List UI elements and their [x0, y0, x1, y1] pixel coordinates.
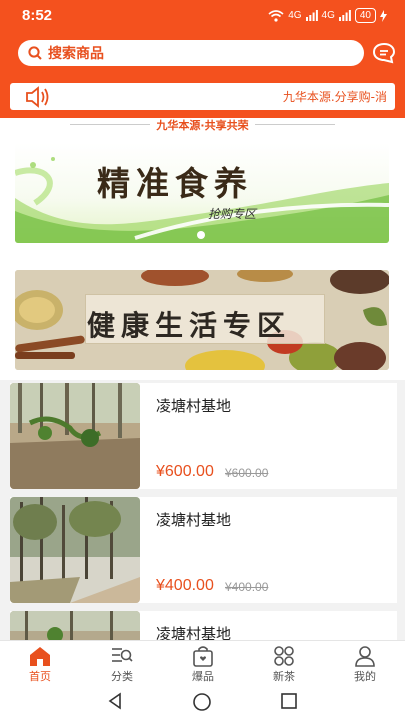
user-icon [355, 646, 375, 667]
product-original-price: ¥600.00 [225, 466, 269, 480]
wifi-icon [268, 9, 284, 22]
product-name: 凌塘村基地 [156, 625, 232, 640]
banner-title: 健康生活专区 [87, 309, 292, 342]
tab-category[interactable]: 分类 [92, 645, 152, 684]
product-card[interactable]: 凌塘村基地 ¥600.00 ¥600.00 [10, 383, 397, 489]
message-button[interactable] [372, 42, 396, 64]
tab-category-label: 分类 [111, 670, 133, 683]
product-price: ¥400.00 [156, 577, 214, 594]
product-card[interactable]: 凌塘村基地 ¥400.00 ¥400.00 [10, 497, 397, 603]
product-image [10, 611, 140, 640]
signal-2-label: 4G [321, 10, 335, 21]
grid-icon [274, 646, 294, 666]
notice-text: 九华本源.分享购-消 [282, 90, 387, 104]
signal-icon [305, 10, 318, 21]
product-card[interactable]: 凌塘村基地 [10, 611, 397, 640]
notice-bar[interactable]: 九华本源.分享购-消 [10, 83, 395, 110]
back-icon[interactable] [106, 692, 124, 710]
tab-new-tea[interactable]: 新茶 [254, 645, 314, 684]
signal-icon [338, 10, 351, 21]
search-input[interactable]: 搜索商品 [18, 40, 364, 66]
charging-icon [380, 9, 387, 22]
tab-new-tea-label: 新茶 [273, 670, 295, 683]
search-icon [28, 46, 42, 60]
product-price: ¥600.00 [156, 463, 214, 480]
signal-1-label: 4G [288, 10, 302, 21]
status-icons: 4G 4G 40 [268, 8, 387, 23]
category-icon [112, 648, 133, 662]
banner-subtitle: 抢购专区 [208, 207, 257, 221]
search-placeholder: 搜索商品 [48, 46, 104, 62]
banner-title: 精准食养 [97, 164, 253, 203]
home-icon [30, 647, 50, 666]
battery-indicator: 40 [354, 8, 376, 23]
bag-icon [193, 646, 213, 667]
banner-healthy-living[interactable]: 健康生活专区 [15, 270, 389, 370]
tab-home-label: 首页 [29, 670, 51, 683]
product-original-price: ¥400.00 [225, 580, 269, 594]
tab-hot-label: 爆品 [192, 670, 214, 683]
banner-precision-diet[interactable]: 精准食养 抢购专区 [15, 143, 389, 243]
speaker-icon [24, 86, 52, 112]
tab-mine[interactable]: 我的 [335, 645, 395, 684]
status-time: 8:52 [22, 7, 53, 24]
status-bar: 8:52 4G 4G 40 [0, 0, 405, 32]
section-divider-label: 九华本源·共享共荣 [156, 119, 249, 132]
product-image [10, 497, 140, 603]
tab-home[interactable]: 首页 [10, 645, 70, 684]
home-circle-icon[interactable] [192, 692, 212, 712]
tab-mine-label: 我的 [354, 670, 376, 683]
recents-icon[interactable] [280, 692, 298, 710]
section-divider: 九华本源·共享共荣 [0, 118, 405, 132]
system-nav-bar [0, 684, 405, 720]
product-image [10, 383, 140, 489]
message-icon [372, 42, 396, 64]
tab-hot[interactable]: 爆品 [173, 645, 233, 684]
product-name: 凌塘村基地 [156, 511, 232, 529]
bottom-tab-bar: 首页 分类 爆品 新茶 我的 [0, 640, 405, 684]
product-name: 凌塘村基地 [156, 397, 232, 415]
